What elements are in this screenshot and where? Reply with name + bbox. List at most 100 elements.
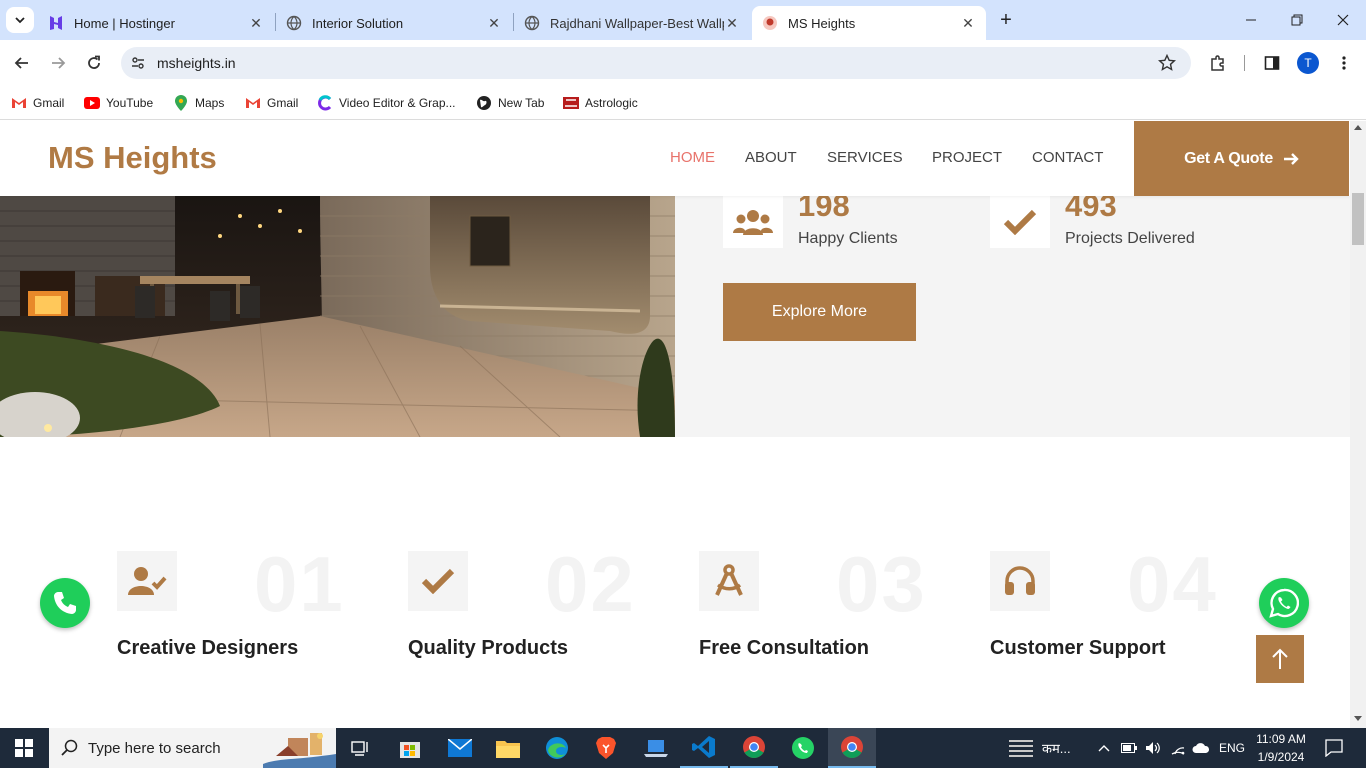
search-icon	[61, 739, 78, 756]
tab-title: Home | Hostinger	[74, 15, 175, 31]
stat-label: Happy Clients	[798, 230, 898, 247]
bookmark-astrologic[interactable]: Astrologic	[563, 93, 638, 113]
check-icon	[1003, 209, 1037, 235]
bookmark-maps[interactable]: Maps	[173, 93, 224, 113]
clock[interactable]: 11:09 AM 1/9/2024	[1250, 730, 1312, 766]
bookmark-label: Video Editor & Grap...	[339, 96, 456, 110]
bookmark-gmail[interactable]: Gmail	[11, 93, 64, 113]
tab-hostinger[interactable]: Home | Hostinger ✕	[38, 6, 274, 40]
close-tab-icon[interactable]: ✕	[724, 15, 740, 31]
scroll-down-arrow-icon[interactable]	[1354, 716, 1362, 721]
tab-interior-solution[interactable]: Interior Solution ✕	[276, 6, 512, 40]
tab-title: Rajdhani Wallpaper-Best Wallpa	[550, 15, 724, 31]
edge-button[interactable]	[533, 728, 581, 768]
nav-home[interactable]: HOME	[670, 149, 715, 166]
bookmark-new-tab[interactable]: New Tab	[476, 93, 544, 113]
whatsapp-icon	[1269, 588, 1299, 618]
tab-ms-heights[interactable]: MS Heights ✕	[752, 6, 986, 40]
forward-button[interactable]	[44, 49, 72, 77]
maps-icon	[173, 95, 189, 111]
site-logo[interactable]: MS Heights	[48, 140, 217, 176]
browser-tab-strip: Home | Hostinger ✕ Interior Solution ✕ R…	[0, 0, 1366, 40]
bookmark-label: Astrologic	[585, 96, 638, 110]
explore-more-button[interactable]: Explore More	[723, 283, 916, 341]
mail-button[interactable]	[436, 728, 484, 768]
bookmark-youtube[interactable]: YouTube	[84, 93, 153, 113]
clock-date: 1/9/2024	[1257, 750, 1305, 764]
task-view-button[interactable]	[336, 728, 384, 768]
more-vertical-icon	[1342, 56, 1346, 70]
nav-contact[interactable]: CONTACT	[1032, 149, 1103, 166]
canva-icon	[317, 95, 333, 111]
astrologic-icon	[563, 95, 579, 111]
close-tab-icon[interactable]: ✕	[248, 15, 264, 31]
get-a-quote-button[interactable]: Get A Quote	[1134, 121, 1349, 196]
wifi-icon	[1171, 747, 1185, 755]
chrome-icon	[841, 736, 863, 758]
microsoft-store-button[interactable]	[386, 728, 434, 768]
side-panel-button[interactable]	[1258, 49, 1286, 77]
bookmark-canva[interactable]: Video Editor & Grap...	[317, 93, 456, 113]
file-explorer-button[interactable]	[484, 728, 532, 768]
minimize-button[interactable]	[1228, 0, 1274, 40]
back-to-top-button[interactable]	[1256, 635, 1304, 683]
headphones-icon	[1005, 566, 1035, 595]
chrome-profile-button[interactable]	[828, 728, 876, 768]
address-bar[interactable]: msheights.in	[121, 47, 1191, 79]
chrome-button[interactable]	[730, 728, 778, 768]
close-icon	[1337, 14, 1349, 26]
nav-services[interactable]: SERVICES	[827, 149, 903, 166]
weather-text: कम...	[1042, 741, 1071, 756]
reload-button[interactable]	[80, 49, 108, 77]
start-button[interactable]	[0, 728, 48, 768]
battery-indicator[interactable]	[1121, 728, 1137, 768]
tab-search-button[interactable]	[6, 7, 34, 33]
feature-icon-box	[990, 551, 1050, 611]
menu-button[interactable]	[1330, 49, 1358, 77]
call-button[interactable]	[40, 578, 90, 628]
feature-icon-box	[117, 551, 177, 611]
site-info-icon[interactable]	[129, 54, 147, 72]
close-tab-icon[interactable]: ✕	[486, 15, 502, 31]
chevron-up-icon	[1098, 745, 1110, 752]
laptop-app-button[interactable]	[632, 728, 680, 768]
extensions-button[interactable]	[1204, 49, 1232, 77]
close-window-button[interactable]	[1320, 0, 1366, 40]
show-hidden-icons-button[interactable]	[1098, 728, 1110, 768]
close-tab-icon[interactable]: ✕	[960, 15, 976, 31]
arrow-right-icon	[1283, 152, 1299, 165]
chevron-down-icon	[15, 17, 25, 24]
feature-icon-box	[699, 551, 759, 611]
page-scrollbar[interactable]	[1350, 121, 1366, 728]
tab-rajdhani-wallpaper[interactable]: Rajdhani Wallpaper-Best Wallpa ✕	[514, 6, 750, 40]
taskbar-search[interactable]: Type here to search	[49, 728, 336, 768]
folder-icon	[496, 741, 520, 758]
feature-number: 02	[545, 540, 636, 628]
scrollbar-thumb[interactable]	[1352, 193, 1364, 245]
brave-button[interactable]	[582, 728, 630, 768]
vscode-button[interactable]	[680, 728, 728, 768]
bookmark-label: Gmail	[267, 96, 299, 110]
profile-avatar[interactable]: T	[1297, 52, 1319, 74]
bookmark-star-icon[interactable]	[1157, 53, 1177, 72]
nav-about[interactable]: ABOUT	[745, 149, 797, 166]
hostinger-icon	[48, 15, 64, 31]
language-indicator[interactable]: ENG	[1219, 728, 1245, 768]
volume-indicator[interactable]	[1145, 728, 1161, 768]
onedrive-indicator[interactable]	[1192, 728, 1210, 768]
scroll-up-arrow-icon[interactable]	[1354, 125, 1362, 130]
whatsapp-button[interactable]	[1259, 578, 1309, 628]
new-tab-button[interactable]: +	[994, 8, 1018, 32]
arrow-right-icon	[52, 57, 66, 69]
nav-project[interactable]: PROJECT	[932, 149, 1002, 166]
site-header: MS Heights HOME ABOUT SERVICES PROJECT C…	[0, 121, 1350, 196]
weather-widget[interactable]: कम...	[1008, 728, 1071, 768]
edge-icon	[546, 737, 568, 759]
page-viewport: MS Heights HOME ABOUT SERVICES PROJECT C…	[0, 121, 1350, 728]
back-button[interactable]	[8, 49, 36, 77]
bookmark-gmail-2[interactable]: Gmail	[245, 93, 298, 113]
wifi-indicator[interactable]	[1170, 728, 1186, 768]
restore-button[interactable]	[1274, 0, 1320, 40]
notifications-button[interactable]	[1310, 728, 1358, 768]
whatsapp-app-button[interactable]	[779, 728, 827, 768]
